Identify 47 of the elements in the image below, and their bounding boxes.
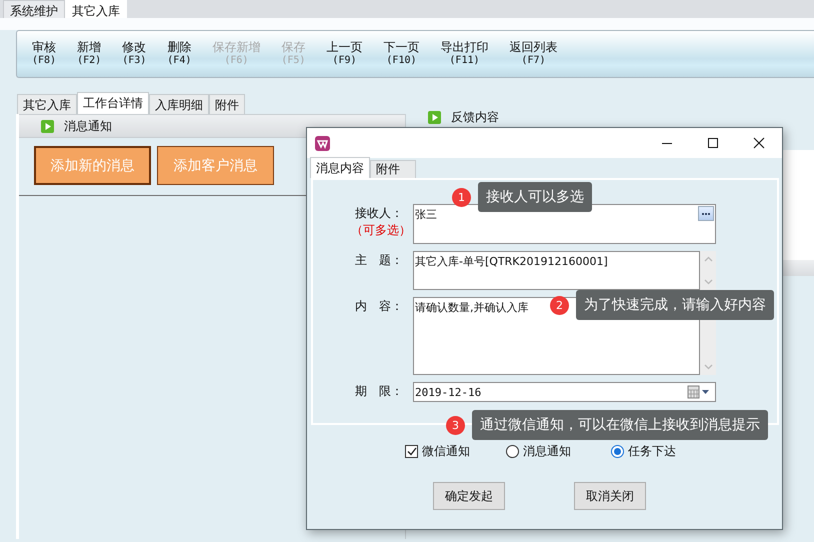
field-label: 内 容： xyxy=(355,298,404,315)
toolbar-button[interactable]: 审核 (F8) xyxy=(23,40,66,68)
option-label: 微信通知 xyxy=(422,442,470,460)
app-icon xyxy=(315,136,330,150)
panel-title: 反馈内容 xyxy=(451,108,499,126)
tooltip: 通过微信通知，可以在微信上接收到消息提示 xyxy=(472,410,768,440)
tab[interactable]: 消息内容 xyxy=(310,157,370,178)
tooltip: 为了快速完成，请输入好内容 xyxy=(576,290,774,320)
field-label: 接收人： xyxy=(355,205,404,222)
close-icon xyxy=(753,137,765,149)
toolbar-button[interactable]: 上一页 (F9) xyxy=(317,40,372,68)
more-icon xyxy=(701,212,711,216)
maximize-icon xyxy=(707,137,719,149)
text-area[interactable]: 其它入库-单号[QTRK201912160001] xyxy=(413,251,700,290)
option-label: 消息通知 xyxy=(523,442,571,460)
tab[interactable]: 附件 xyxy=(209,94,245,114)
tab[interactable]: 其它入库 xyxy=(65,0,127,18)
tooltip: 接收人可以多选 xyxy=(478,182,592,212)
field-note: （可多选） xyxy=(351,222,412,239)
dialog-button[interactable]: 取消关闭 xyxy=(574,482,646,510)
tab[interactable]: 系统维护 xyxy=(3,0,65,18)
calendar-icon xyxy=(687,385,711,399)
play-icon xyxy=(428,110,441,124)
tab[interactable]: 其它入库 xyxy=(17,94,77,114)
browse-button[interactable] xyxy=(698,206,714,221)
panel-title: 消息通知 xyxy=(64,118,112,134)
play-icon xyxy=(41,120,54,132)
field-label: 主 题： xyxy=(355,252,404,269)
tab[interactable]: 附件 xyxy=(370,160,416,178)
radio-button[interactable] xyxy=(611,444,624,458)
toolbar-button[interactable]: 下一页 (F10) xyxy=(374,40,428,68)
scrollbar[interactable] xyxy=(700,251,716,290)
tab[interactable]: 入库明细 xyxy=(149,94,209,114)
toolbar-button[interactable]: 删除 (F4) xyxy=(158,40,200,68)
radio-button[interactable] xyxy=(506,444,519,458)
checkbox[interactable] xyxy=(405,444,418,458)
date-field[interactable]: 2019-12-16 xyxy=(413,382,716,402)
toolbar-button[interactable]: 新增 (F2) xyxy=(68,40,110,68)
toolbar-button[interactable]: 导出打印 (F11) xyxy=(431,40,498,68)
field-label: 期 限： xyxy=(355,383,404,400)
check-icon xyxy=(406,446,416,456)
option-label: 任务下达 xyxy=(628,442,676,460)
dialog-button[interactable]: 确定发起 xyxy=(433,482,505,510)
tab[interactable]: 工作台详情 xyxy=(77,92,149,114)
input-field[interactable]: 张三 xyxy=(413,204,716,244)
toolbar-button[interactable]: 修改 (F3) xyxy=(113,40,156,68)
toolbar-button[interactable]: 返回列表 (F7) xyxy=(500,40,566,68)
